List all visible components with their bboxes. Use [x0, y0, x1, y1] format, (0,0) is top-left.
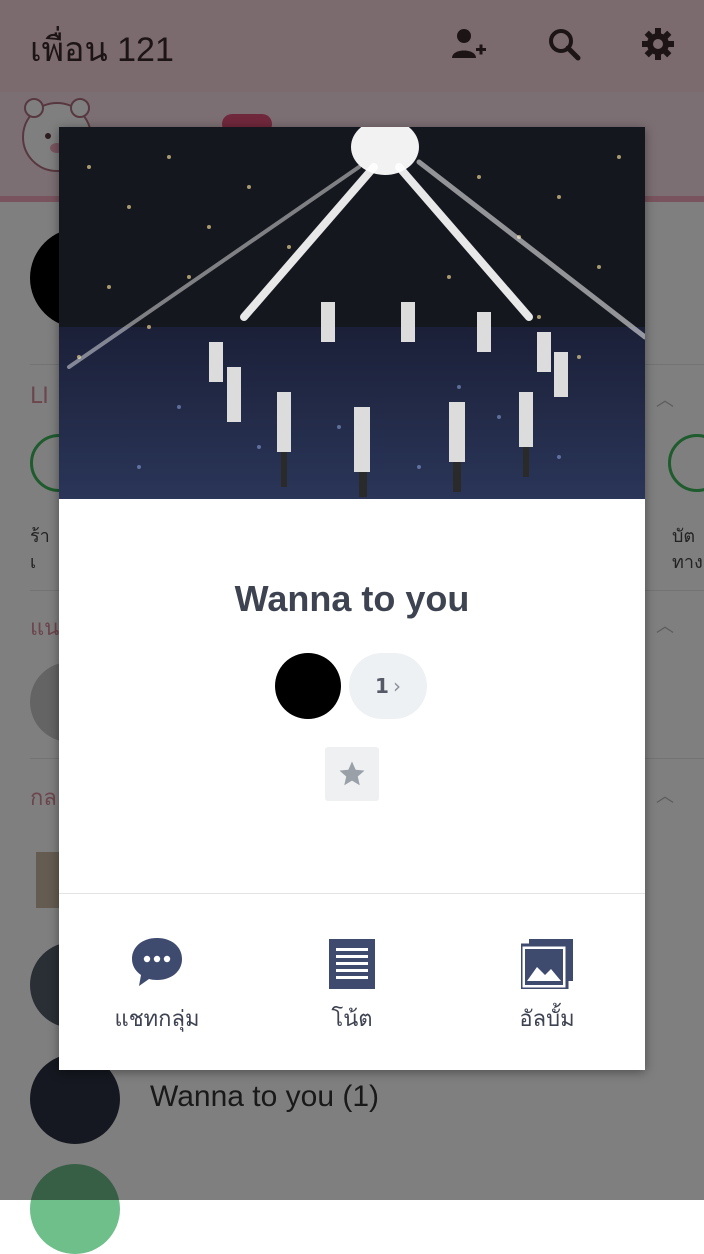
note-label: โน้ต	[331, 1007, 373, 1032]
star-icon	[339, 761, 365, 786]
group-cover-photo	[59, 127, 645, 499]
chat-bubble-icon	[132, 938, 182, 986]
note-button[interactable]: โน้ต	[262, 927, 442, 1037]
member-count-button[interactable]: 1 ›	[349, 653, 427, 719]
group-name: Wanna to you	[234, 578, 470, 619]
album-label: อัลบั้ม	[519, 1007, 575, 1032]
chevron-right-icon: ›	[392, 674, 401, 698]
group-chat-button[interactable]: แชทกลุ่ม	[67, 927, 247, 1037]
group-profile-modal: Wanna to you 1 › แชทกลุ่ม โน้ต อัลบั้ม	[59, 127, 645, 1070]
favorite-button[interactable]	[325, 747, 379, 801]
album-button[interactable]: อัลบั้ม	[457, 927, 637, 1037]
note-icon	[329, 939, 375, 989]
member-avatar[interactable]	[275, 653, 341, 719]
group-chat-label: แชทกลุ่ม	[114, 1007, 200, 1032]
member-count-value: 1	[375, 674, 389, 698]
modal-divider	[59, 893, 645, 894]
album-icon	[521, 939, 573, 989]
